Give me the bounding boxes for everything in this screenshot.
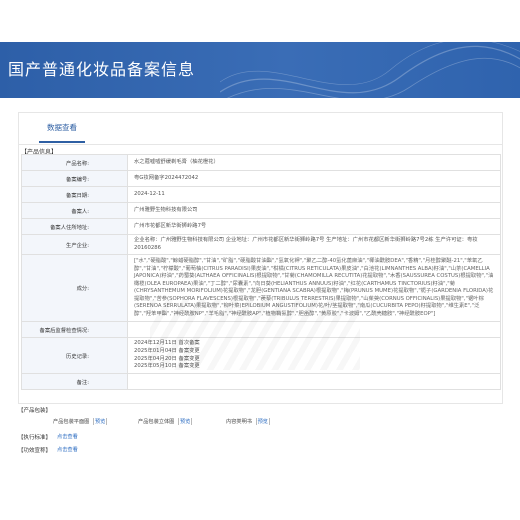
page-title: 国产普通化妆品备案信息 <box>8 60 196 79</box>
product-name-value: 水之蔻嘘嘘舒缓剃毛膏（柚花橙花） <box>127 154 501 171</box>
tab-bar: 数据查看 <box>19 113 502 145</box>
packaging-item-label: 内容类明书 <box>226 419 252 425</box>
table-row: 备案人住所地址: 广州市花都区新华街狮岭路7号 <box>21 218 501 235</box>
row-label: 历史记录: <box>21 337 128 375</box>
standards-view-link[interactable]: 点击查看 <box>57 433 78 440</box>
header-banner: 国产普通化妆品备案信息 <box>0 42 520 98</box>
history-entry: 2025年01月04日 备案变更 <box>134 348 200 355</box>
registrant-value: 广州雅野生物科技有限公司 <box>127 202 501 219</box>
packaging-item: 产品包装立体图 预览 <box>138 418 193 425</box>
table-row: 备案人: 广州雅野生物科技有限公司 <box>21 202 501 219</box>
table-row: 生产企业: 企业名称：广州雅野生物科技有限公司 企业地址：广州市花都区新华街狮岭… <box>21 233 501 256</box>
ingredients-value: ["水","硬脂酸","鲸蜡硬脂醇","甘油","矿脂","硬脂酸甘油酯","氢… <box>127 254 501 323</box>
preview-button[interactable]: 预览 <box>92 418 108 425</box>
efficacy-view-link[interactable]: 点击查看 <box>57 446 78 453</box>
packaging-item: 产品包装平面图 预览 <box>53 418 108 425</box>
history-entry: 2024年12月11日 首次备案 <box>134 340 200 347</box>
row-label: 备案人: <box>21 202 128 219</box>
table-row: 备案日期: 2024-12-11 <box>21 186 501 203</box>
standards-section-title: 【执行标准】 <box>18 435 52 441</box>
table-row: 备案后监督检查情况: <box>21 321 501 339</box>
row-label: 备案人住所地址: <box>21 218 128 235</box>
row-label: 备案日期: <box>21 186 128 203</box>
packaging-item: 内容类明书 预览 <box>226 418 270 425</box>
supervision-value <box>127 321 501 339</box>
remarks-value <box>127 373 501 391</box>
history-records: 2024年12月11日 首次备案 2025年01月04日 备案变更 2025年0… <box>127 337 501 375</box>
packaging-item-label: 产品包装平面图 <box>53 419 90 425</box>
record-detail-card: 数据查看 【产品信息】 产品名称: 水之蔻嘘嘘舒缓剃毛膏（柚花橙花） 备案编号:… <box>18 112 503 404</box>
table-row: 备案编号: 粤G妆网备字2024472042 <box>21 170 501 187</box>
packaging-section-title: 【产品包装】 <box>18 408 52 414</box>
row-label: 备案编号: <box>21 170 128 187</box>
table-row: 产品名称: 水之蔻嘘嘘舒缓剃毛膏（柚花橙花） <box>21 154 501 171</box>
banner-wave-decoration <box>220 42 520 98</box>
table-row: 历史记录: 2024年12月11日 首次备案 2025年01月04日 备案变更 … <box>21 337 501 375</box>
manufacturer-value: 企业名称：广州雅野生物科技有限公司 企业地址：广州市花都区新华街狮岭路7号 生产… <box>127 233 501 256</box>
table-row: 备注: <box>21 373 501 391</box>
row-label: 成分: <box>21 254 128 323</box>
preview-button[interactable]: 预览 <box>255 418 270 425</box>
row-label: 备案后监督检查情况: <box>21 321 128 339</box>
row-label: 产品名称: <box>21 154 128 171</box>
record-date-value: 2024-12-11 <box>127 186 501 203</box>
tab-data-view[interactable]: 数据查看 <box>39 122 85 143</box>
row-label: 备注: <box>21 373 128 391</box>
preview-button[interactable]: 预览 <box>177 418 193 425</box>
row-label: 生产企业: <box>21 233 128 256</box>
registrant-address-value: 广州市花都区新华街狮岭路7号 <box>127 218 501 235</box>
packaging-item-label: 产品包装立体图 <box>138 419 175 425</box>
efficacy-section-title: 【功效宣称】 <box>18 448 52 454</box>
product-info-table: 产品名称: 水之蔻嘘嘘舒缓剃毛膏（柚花橙花） 备案编号: 粤G妆网备字20244… <box>21 154 501 391</box>
record-number-value: 粤G妆网备字2024472042 <box>127 170 501 187</box>
table-row: 成分: ["水","硬脂酸","鲸蜡硬脂醇","甘油","矿脂","硬脂酸甘油酯… <box>21 254 501 323</box>
history-entry: 2025年05月10日 备案变更 <box>134 363 200 370</box>
